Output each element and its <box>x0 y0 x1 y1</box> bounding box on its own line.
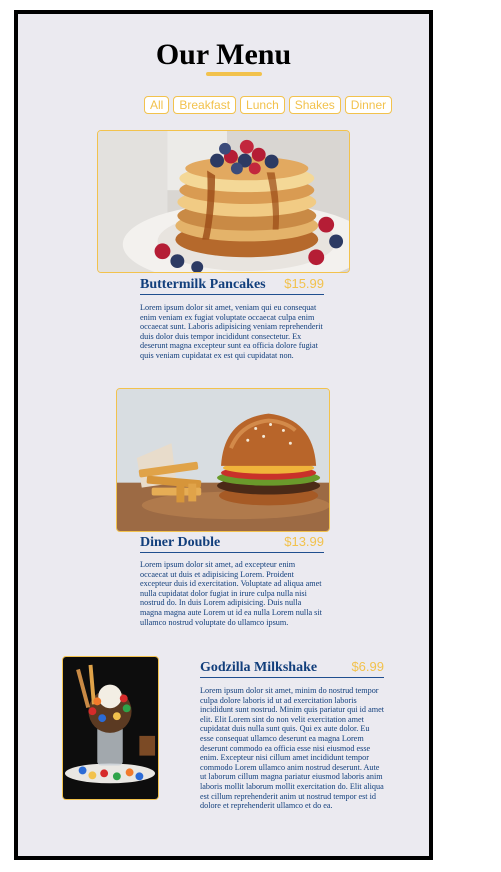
item-price: $13.99 <box>284 534 324 549</box>
item-description: Lorem ipsum dolor sit amet, minim do nos… <box>200 686 384 811</box>
title-underline <box>206 72 262 76</box>
item-header: Buttermilk Pancakes $15.99 <box>140 276 324 295</box>
item-name: Diner Double <box>140 535 221 550</box>
filter-breakfast-button[interactable]: Breakfast <box>173 96 237 114</box>
page-title: Our Menu <box>155 38 292 71</box>
filter-dinner-button[interactable]: Dinner <box>344 96 393 114</box>
item-description: Lorem ipsum dolor sit amet, veniam qui e… <box>140 303 323 360</box>
pancakes-photo <box>97 130 350 273</box>
filter-all-button[interactable]: All <box>144 96 170 114</box>
burger-photo <box>116 388 330 532</box>
category-filters: All Breakfast Lunch Shakes Dinner <box>144 96 393 114</box>
filter-lunch-button[interactable]: Lunch <box>240 96 285 114</box>
item-header: Diner Double $13.99 <box>140 534 324 553</box>
item-price: $15.99 <box>284 276 324 291</box>
item-header: Godzilla Milkshake $6.99 <box>200 659 384 678</box>
filter-shakes-button[interactable]: Shakes <box>288 96 341 114</box>
item-price: $6.99 <box>351 659 384 674</box>
item-name: Buttermilk Pancakes <box>140 277 266 292</box>
milkshake-photo <box>62 656 159 800</box>
item-description: Lorem ipsum dolor sit amet, ad excepteur… <box>140 560 322 627</box>
item-name: Godzilla Milkshake <box>200 660 318 675</box>
menu-frame: Our Menu All Breakfast Lunch Shakes Dinn… <box>14 10 433 860</box>
